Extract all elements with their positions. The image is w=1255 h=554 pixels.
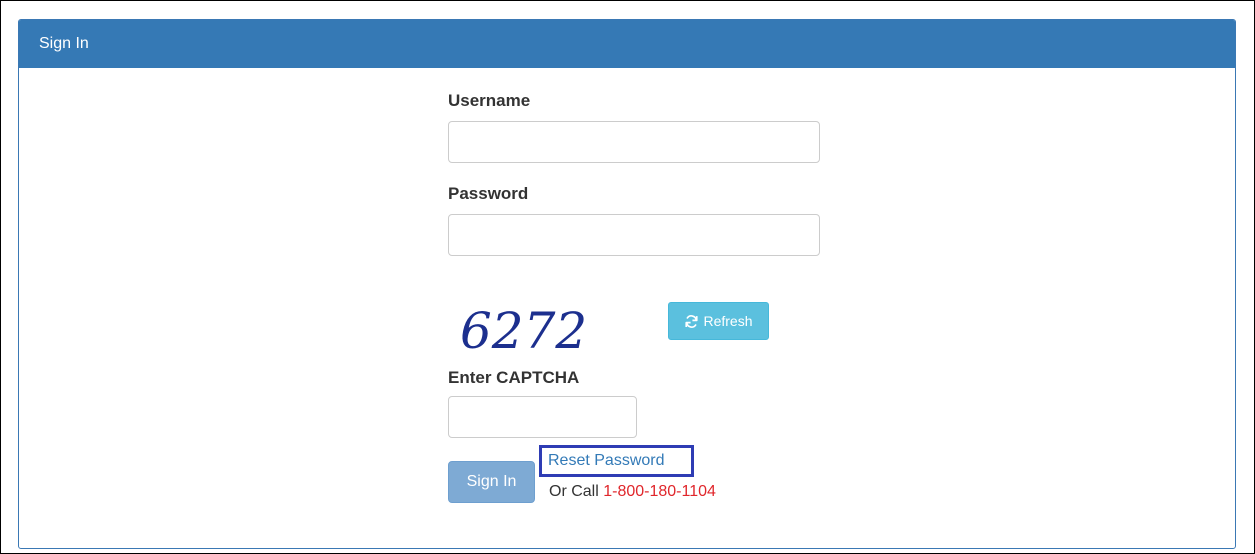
refresh-label: Refresh (703, 313, 753, 329)
captcha-label: Enter CAPTCHA (448, 368, 580, 387)
sign-in-panel: Sign In Username Password 6272 Refresh E… (18, 19, 1236, 549)
page-frame: Sign In Username Password 6272 Refresh E… (0, 0, 1255, 554)
refresh-button[interactable]: Refresh (668, 302, 769, 340)
username-label: Username (448, 91, 531, 110)
panel-title: Sign In (39, 35, 89, 52)
call-line: Or Call 1-800-180-1104 (549, 483, 716, 501)
sign-in-button[interactable]: Sign In (448, 461, 535, 503)
captcha-image: 6272 (460, 302, 587, 360)
panel-heading: Sign In (19, 20, 1235, 68)
password-label: Password (448, 184, 529, 203)
call-prefix: Or Call (549, 483, 599, 500)
phone-number: 1-800-180-1104 (603, 483, 716, 500)
reset-password-highlight: Reset Password (539, 445, 694, 477)
captcha-image-text: 6272 (460, 302, 587, 360)
refresh-icon (685, 314, 699, 328)
password-input[interactable] (448, 214, 820, 256)
captcha-input[interactable] (448, 396, 637, 438)
reset-password-link[interactable]: Reset Password (548, 452, 665, 470)
username-input[interactable] (448, 121, 820, 163)
sign-in-button-label: Sign In (466, 473, 517, 490)
